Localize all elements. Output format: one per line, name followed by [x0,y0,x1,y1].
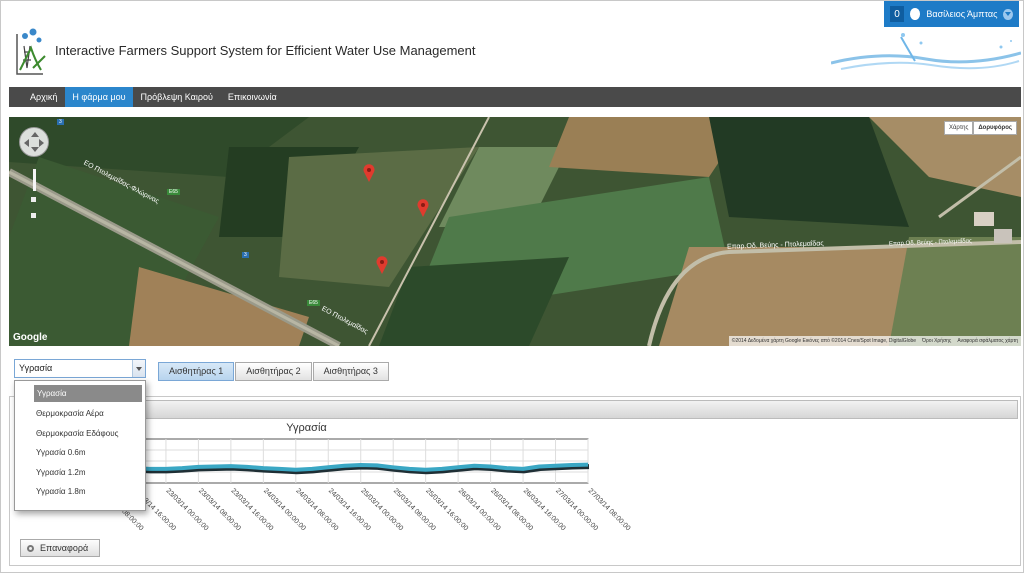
site-title: Interactive Farmers Support System for E… [55,43,476,58]
tab-sensor-3[interactable]: Αισθητήρας 3 [312,362,389,381]
road-number-badge: 3 [57,119,64,125]
reset-button[interactable]: Επαναφορά [20,539,100,557]
map-marker-pin-icon[interactable] [417,199,429,217]
metric-option[interactable]: Υγρασία 1.8m [18,482,142,502]
google-logo: Google [13,332,48,343]
reset-icon [27,544,34,552]
chevron-down-icon[interactable] [132,360,145,377]
map-marker-pin-icon[interactable] [376,256,388,274]
road-number-badge: 3 [242,252,249,258]
map-type-switch: Χάρτης Δορυφόρος [943,121,1017,135]
map-imagery [9,117,1021,346]
map-type-satellite-button[interactable]: Δορυφόρος [973,121,1017,135]
water-splash-image [831,33,1021,70]
pan-right-icon[interactable] [39,139,44,147]
tab-sensor-1[interactable]: Αισθητήρας 1 [158,362,235,381]
metric-option[interactable]: Θερμοκρασία Αέρα [18,404,142,424]
pan-left-icon[interactable] [24,139,29,147]
metric-option[interactable]: Υγρασία 1.2m [18,463,142,483]
nav-item-weather-forecast[interactable]: Πρόβλεψη Καιρού [134,87,220,107]
zoom-slider[interactable] [33,169,36,191]
main-nav: Αρχική Η φάρμα μου Πρόβλεψη Καιρού Επικο… [9,87,1021,107]
metric-dropdown-list: Υγρασία Θερμοκρασία Αέρα Θερμοκρασία Εδά… [14,380,146,511]
zoom-out-button[interactable] [31,213,36,218]
chevron-down-icon[interactable] [1003,8,1014,20]
road-number-badge: E65 [167,189,180,195]
site-logo-icon [16,28,46,75]
map-type-map-button[interactable]: Χάρτης [943,121,974,135]
metric-option[interactable]: Θερμοκρασία Εδάφους [18,424,142,444]
pan-up-icon[interactable] [31,132,39,137]
user-avatar-icon [909,8,921,20]
pan-down-icon[interactable] [31,147,39,152]
metric-option[interactable]: Υγρασία [34,385,142,402]
sensor-tabs: Αισθητήρας 1 Αισθητήρας 2 Αισθητήρας 3 [158,362,390,381]
site-header: Interactive Farmers Support System for E… [9,23,1021,83]
nav-item-home[interactable]: Αρχική [23,87,64,107]
map-attribution: ©2014 Δεδομένα χάρτη Google Εικόνες από … [728,336,1021,346]
nav-item-my-farm[interactable]: Η φάρμα μου [65,87,133,107]
map-pan-control[interactable] [19,127,49,157]
nav-item-contact[interactable]: Επικοινωνία [221,87,284,107]
chart-panel-header [14,400,1018,419]
chart-title: Υγρασία [286,422,327,434]
zoom-in-button[interactable] [31,197,36,202]
reset-label: Επαναφορά [40,543,89,553]
map-attribution-text: ©2014 Δεδομένα χάρτη Google Εικόνες από … [731,338,917,344]
user-name[interactable]: Βασίλειος Άμπτας [926,9,997,19]
tab-sensor-2[interactable]: Αισθητήρας 2 [235,362,312,381]
map-marker-pin-icon[interactable] [363,164,375,182]
metric-select[interactable]: Υγρασία [14,359,146,378]
metric-select-value: Υγρασία [19,363,53,373]
map-report-link[interactable]: Αναφορά σφάλματος χάρτη [957,338,1018,344]
page: 0 Βασίλειος Άμπτας Interactive Farmers S… [0,0,1024,573]
metric-option[interactable]: Υγρασία 0.6m [18,443,142,463]
map-terms-link[interactable]: Όροι Χρήσης [922,338,951,344]
notification-count[interactable]: 0 [890,6,904,22]
road-number-badge: E65 [307,300,320,306]
satellite-map[interactable]: ΕΟ Πτολεμαΐδας-Φλώρινας ΕΟ Πτολεμαΐδας Ε… [9,117,1021,346]
